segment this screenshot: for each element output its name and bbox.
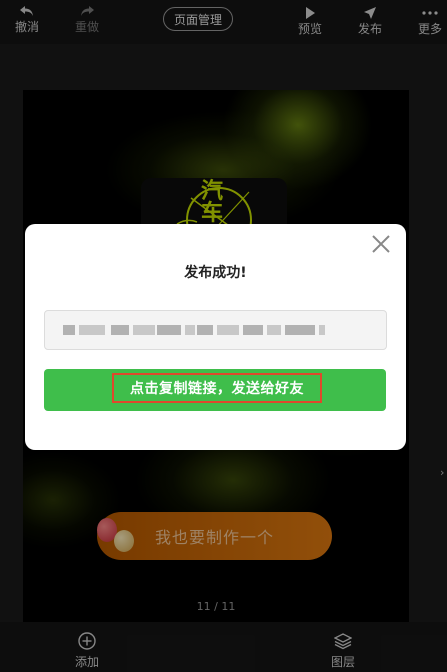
share-link-field[interactable] xyxy=(44,310,387,350)
close-icon[interactable] xyxy=(371,234,391,254)
dialog-title: 发布成功! xyxy=(184,265,247,281)
publish-success-dialog: 发布成功! 点击复制链接，发送给好友 xyxy=(25,224,406,450)
editor-app: 撤消 重做 页面管理 预览 发布 更多 汽 车 我也要制作一个 11 / 11 … xyxy=(0,0,447,672)
copy-link-label: 点击复制链接，发送给好友 xyxy=(112,373,322,403)
copy-link-button[interactable]: 点击复制链接，发送给好友 xyxy=(44,369,386,411)
